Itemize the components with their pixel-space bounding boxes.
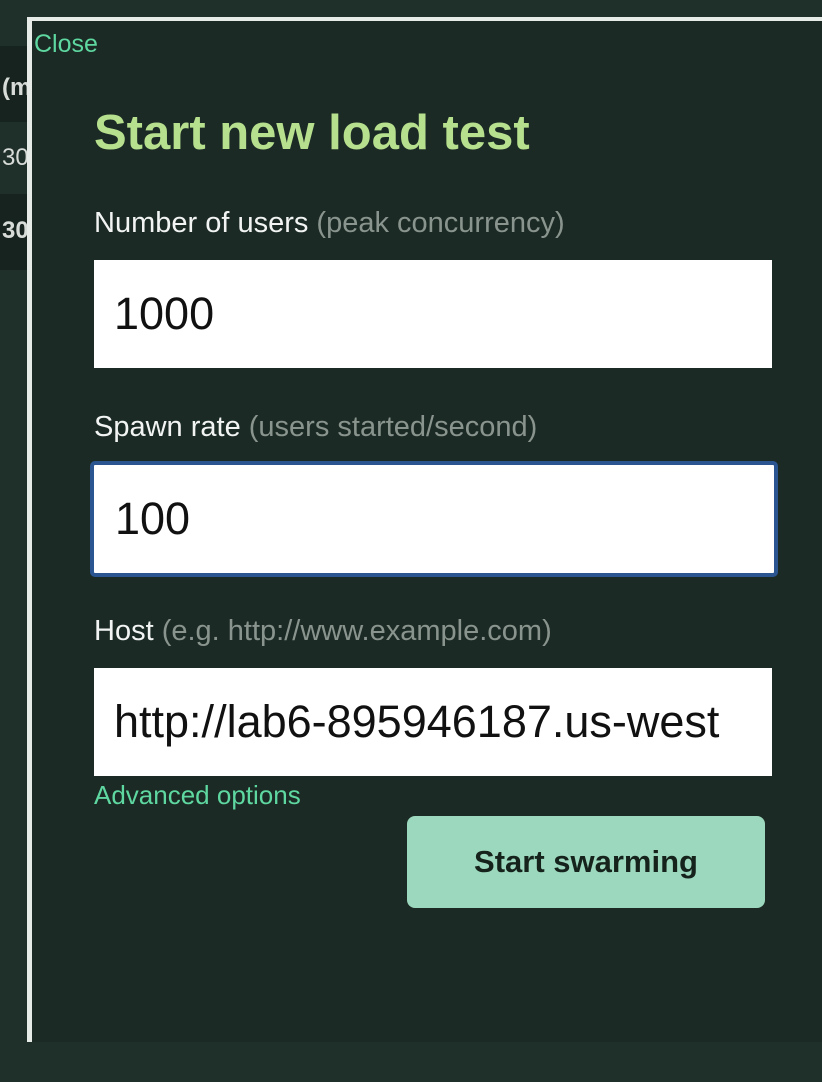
users-input[interactable] — [94, 260, 772, 368]
host-input[interactable] — [94, 668, 772, 776]
host-label-text: Host — [94, 615, 154, 647]
users-label-text: Number of users — [94, 207, 309, 239]
spawn-rate-label-hint: (users started/second) — [248, 411, 538, 443]
spawn-rate-label-text: Spawn rate — [94, 411, 241, 443]
new-load-test-modal: Close Start new load test Number of user… — [27, 17, 822, 1042]
advanced-options-link[interactable]: Advanced options — [94, 778, 301, 812]
spawn-rate-field-label: Spawn rate (users started/second) — [94, 409, 537, 445]
spawn-rate-input[interactable] — [90, 461, 778, 577]
close-link[interactable]: Close — [34, 28, 98, 60]
users-field-label: Number of users (peak concurrency) — [94, 205, 565, 241]
host-label-hint: (e.g. http://www.example.com) — [161, 615, 552, 647]
users-label-hint: (peak concurrency) — [316, 207, 565, 239]
modal-title: Start new load test — [94, 106, 530, 160]
host-field-label: Host (e.g. http://www.example.com) — [94, 613, 552, 649]
start-swarming-button[interactable]: Start swarming — [407, 816, 765, 908]
